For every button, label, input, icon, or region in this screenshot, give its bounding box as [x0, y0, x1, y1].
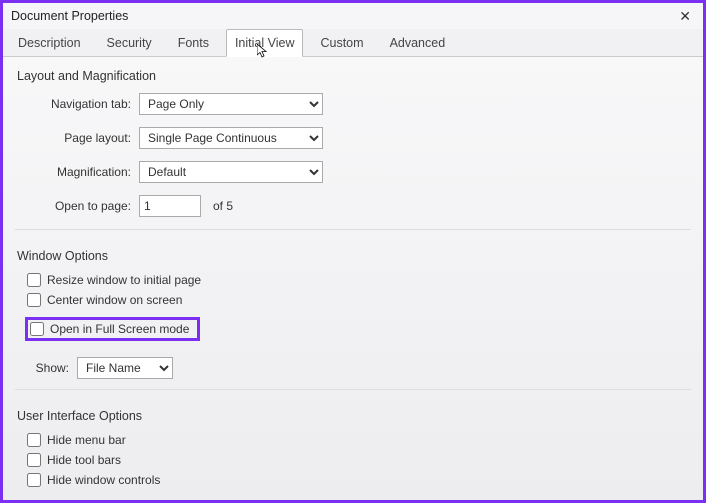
- close-icon[interactable]: ✕: [675, 8, 695, 25]
- tab-security[interactable]: Security: [98, 29, 161, 57]
- label-resize-window: Resize window to initial page: [47, 273, 201, 287]
- label-magnification: Magnification:: [37, 165, 131, 179]
- window-title: Document Properties: [11, 9, 128, 23]
- checkbox-hide-tool[interactable]: [27, 453, 41, 467]
- tab-strip: Description Security Fonts Initial View …: [3, 29, 703, 57]
- label-navigation-tab: Navigation tab:: [37, 97, 131, 111]
- row-page-layout: Page layout: Single Page Continuous: [37, 127, 691, 149]
- tab-initial-view-label: Initial View: [235, 36, 295, 50]
- label-hide-menu: Hide menu bar: [47, 433, 126, 447]
- input-open-to-page[interactable]: [139, 195, 201, 217]
- group-ui-options: User Interface Options: [17, 409, 691, 423]
- checkbox-row-hide-menu: Hide menu bar: [27, 433, 691, 447]
- checkbox-row-center-window: Center window on screen: [27, 293, 691, 307]
- checkbox-center-window[interactable]: [27, 293, 41, 307]
- label-hide-window: Hide window controls: [47, 473, 160, 487]
- label-page-layout: Page layout:: [37, 131, 131, 145]
- tab-fonts[interactable]: Fonts: [169, 29, 218, 57]
- select-magnification[interactable]: Default: [139, 161, 323, 183]
- tab-initial-view[interactable]: Initial View: [226, 29, 304, 57]
- checkbox-resize-window[interactable]: [27, 273, 41, 287]
- row-magnification: Magnification: Default: [37, 161, 691, 183]
- select-show[interactable]: File Name: [77, 357, 173, 379]
- title-bar: Document Properties ✕: [3, 3, 703, 29]
- dialog-body: Layout and Magnification Navigation tab:…: [3, 57, 703, 500]
- checkbox-row-resize-window: Resize window to initial page: [27, 273, 691, 287]
- tab-description[interactable]: Description: [9, 29, 90, 57]
- document-properties-window: Document Properties ✕ Description Securi…: [0, 0, 706, 503]
- group-layout-magnification: Layout and Magnification: [17, 69, 691, 83]
- checkbox-hide-window[interactable]: [27, 473, 41, 487]
- row-open-to-page: Open to page: of 5: [37, 195, 691, 217]
- label-hide-tool: Hide tool bars: [47, 453, 121, 467]
- row-navigation-tab: Navigation tab: Page Only: [37, 93, 691, 115]
- checkbox-fullscreen[interactable]: [30, 322, 44, 336]
- tab-custom[interactable]: Custom: [311, 29, 372, 57]
- select-page-layout[interactable]: Single Page Continuous: [139, 127, 323, 149]
- group-window-options: Window Options: [17, 249, 691, 263]
- tab-advanced[interactable]: Advanced: [381, 29, 455, 57]
- divider: [15, 389, 691, 403]
- divider: [15, 229, 691, 243]
- label-fullscreen: Open in Full Screen mode: [50, 322, 189, 336]
- label-open-to-page: Open to page:: [37, 199, 131, 213]
- checkbox-hide-menu[interactable]: [27, 433, 41, 447]
- label-center-window: Center window on screen: [47, 293, 182, 307]
- label-of-pages: of 5: [213, 199, 233, 213]
- checkbox-row-hide-tool: Hide tool bars: [27, 453, 691, 467]
- row-show: Show: File Name: [27, 357, 691, 379]
- select-navigation-tab[interactable]: Page Only: [139, 93, 323, 115]
- highlighted-option-fullscreen: Open in Full Screen mode: [25, 317, 200, 341]
- label-show: Show:: [27, 361, 69, 375]
- checkbox-row-hide-window: Hide window controls: [27, 473, 691, 487]
